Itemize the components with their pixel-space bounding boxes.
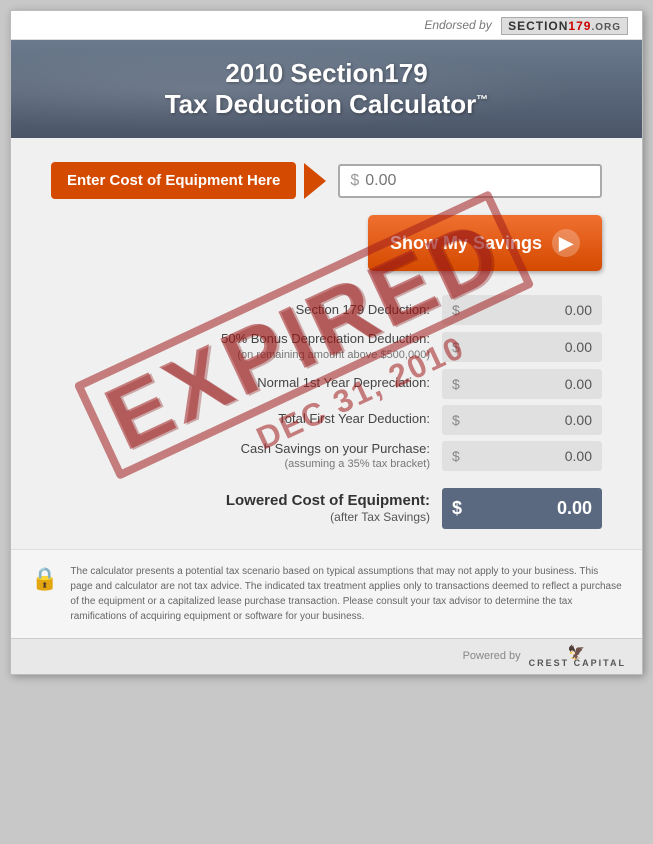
logo-num: 179 bbox=[568, 19, 591, 33]
result-row-1: 50% Bonus Depreciation Deduction: (on re… bbox=[51, 331, 602, 362]
main-title: 2010 Section179 Tax Deduction Calculator… bbox=[31, 58, 622, 120]
powered-by-label: Powered by bbox=[463, 650, 521, 662]
enter-label: Enter Cost of Equipment Here bbox=[51, 162, 296, 199]
show-savings-button[interactable]: Show My Savings ▶ bbox=[368, 215, 602, 271]
result-label-2: Normal 1st Year Depreciation: bbox=[51, 375, 442, 392]
result-value-3: 0.00 bbox=[470, 412, 592, 428]
savings-btn-label: Show My Savings bbox=[390, 233, 542, 254]
result-value-1: 0.00 bbox=[470, 339, 592, 355]
disclaimer-area: 🔒 The calculator presents a potential ta… bbox=[11, 549, 642, 638]
results-area: Section 179 Deduction: $ 0.00 50% Bonus … bbox=[51, 295, 602, 528]
content-area: EXPIRED DEC 31, 2010 Enter Cost of Equip… bbox=[11, 138, 642, 548]
lowered-value: 0.00 bbox=[472, 498, 592, 519]
result-label-4: Cash Savings on your Purchase: (assuming… bbox=[51, 441, 442, 472]
result-row-3: Total First Year Deduction: $ 0.00 bbox=[51, 405, 602, 435]
crest-logo: 🦅 CREST CAPITAL bbox=[529, 645, 626, 668]
calculator-container: Endorsed by SECTION179.ORG 2010 Section1… bbox=[10, 10, 643, 675]
result-value-box-0: $ 0.00 bbox=[442, 295, 602, 325]
cost-input[interactable] bbox=[365, 172, 590, 190]
result-row-2: Normal 1st Year Depreciation: $ 0.00 bbox=[51, 369, 602, 399]
result-value-0: 0.00 bbox=[470, 302, 592, 318]
result-value-box-3: $ 0.00 bbox=[442, 405, 602, 435]
endorsed-bar: Endorsed by SECTION179.ORG bbox=[11, 11, 642, 40]
result-label-0: Section 179 Deduction: bbox=[51, 302, 442, 319]
result-value-box-4: $ 0.00 bbox=[442, 441, 602, 471]
result-value-4: 0.00 bbox=[470, 448, 592, 464]
lock-icon: 🔒 bbox=[31, 566, 58, 592]
logo-section: SECTION bbox=[508, 19, 568, 33]
input-row: Enter Cost of Equipment Here $ bbox=[51, 162, 602, 199]
section179-logo: SECTION179.ORG bbox=[501, 17, 628, 35]
dollar-sign: $ bbox=[350, 172, 359, 190]
arrow-icon bbox=[304, 163, 326, 199]
result-value-2: 0.00 bbox=[470, 376, 592, 392]
result-sublabel-1: (on remaining amount above $500,000) bbox=[51, 348, 430, 362]
result-dollar-3: $ bbox=[452, 412, 460, 428]
crest-bird-icon: 🦅 bbox=[568, 645, 587, 659]
result-row-4: Cash Savings on your Purchase: (assuming… bbox=[51, 441, 602, 472]
result-dollar-4: $ bbox=[452, 448, 460, 464]
savings-btn-arrow-icon: ▶ bbox=[552, 229, 580, 257]
result-label-1: 50% Bonus Depreciation Deduction: (on re… bbox=[51, 331, 442, 362]
title-area: 2010 Section179 Tax Deduction Calculator… bbox=[11, 40, 642, 138]
endorsed-label: Endorsed by bbox=[424, 18, 491, 32]
logo-suffix: .ORG bbox=[591, 22, 621, 33]
lowered-label: Lowered Cost of Equipment: (after Tax Sa… bbox=[51, 491, 442, 526]
result-label-3: Total First Year Deduction: bbox=[51, 411, 442, 428]
result-value-box-1: $ 0.00 bbox=[442, 332, 602, 362]
lowered-dollar: $ bbox=[452, 498, 462, 519]
result-value-box-2: $ 0.00 bbox=[442, 369, 602, 399]
result-sublabel-4: (assuming a 35% tax bracket) bbox=[51, 457, 430, 471]
lowered-sublabel: (after Tax Savings) bbox=[51, 510, 430, 526]
result-dollar-1: $ bbox=[452, 339, 460, 355]
lowered-value-box: $ 0.00 bbox=[442, 488, 602, 529]
result-dollar-2: $ bbox=[452, 376, 460, 392]
savings-btn-row: Show My Savings ▶ bbox=[51, 215, 602, 271]
powered-by-bar: Powered by 🦅 CREST CAPITAL bbox=[11, 638, 642, 674]
result-row-0: Section 179 Deduction: $ 0.00 bbox=[51, 295, 602, 325]
cost-input-wrapper[interactable]: $ bbox=[338, 164, 602, 198]
crest-brand: CREST CAPITAL bbox=[529, 659, 626, 668]
lowered-cost-row: Lowered Cost of Equipment: (after Tax Sa… bbox=[51, 488, 602, 529]
disclaimer-text: The calculator presents a potential tax … bbox=[70, 564, 622, 624]
result-dollar-0: $ bbox=[452, 302, 460, 318]
